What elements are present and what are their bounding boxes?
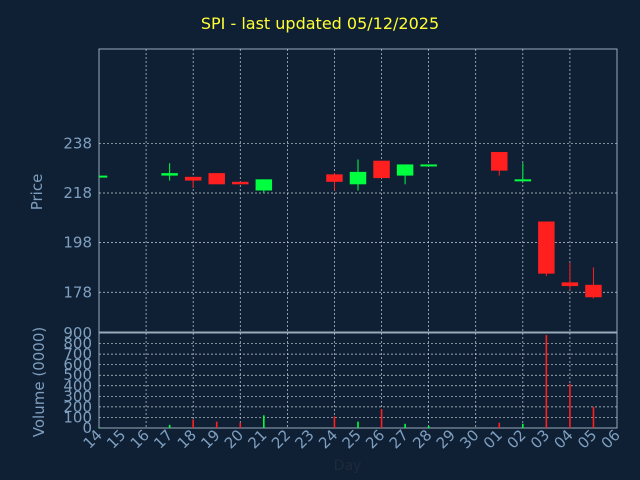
volume-bar: [357, 421, 359, 428]
candle-body: [184, 176, 202, 181]
candle-body: [232, 181, 249, 185]
volume-tick-label: 900: [63, 324, 92, 342]
volume-bar: [522, 423, 524, 428]
price-tick-label: 218: [63, 184, 92, 202]
candle-body: [538, 221, 555, 274]
candle-body: [420, 164, 437, 167]
volume-bar: [592, 406, 595, 428]
x-tick-label: 25: [339, 426, 365, 452]
x-tick-label: 30: [456, 426, 482, 452]
x-tick-label: 03: [527, 426, 553, 452]
x-tick-label: 01: [480, 426, 506, 452]
candle-body: [585, 284, 602, 298]
volume-bar: [380, 409, 383, 428]
volume-plot-area: [98, 332, 618, 429]
x-tick-label: 27: [386, 426, 412, 452]
volume-bar: [427, 425, 430, 428]
x-tick-label: 24: [315, 426, 341, 452]
x-tick-label: 21: [244, 426, 270, 452]
x-tick-label: 22: [268, 426, 294, 452]
volume-bar: [333, 416, 336, 428]
candle-body: [326, 174, 343, 182]
price-tick-label: 178: [63, 283, 92, 301]
x-tick-label: 16: [127, 426, 153, 452]
volume-bar: [263, 415, 265, 428]
candle-body: [99, 175, 108, 178]
candle-body: [396, 164, 414, 176]
volume-bar: [545, 335, 548, 428]
x-tick-label: 15: [103, 426, 129, 452]
x-tick-label: 19: [197, 426, 223, 452]
candle-body: [255, 179, 273, 191]
x-tick-label: 04: [551, 426, 577, 452]
x-tick-label: 28: [409, 426, 435, 452]
candle-body: [373, 160, 390, 179]
candle-body: [349, 171, 367, 185]
x-tick-label: 20: [221, 426, 247, 452]
x-tick-label: 05: [574, 426, 600, 452]
x-tick-label: 29: [433, 426, 459, 452]
x-tick-label: 26: [362, 426, 388, 452]
volume-bar: [404, 423, 406, 428]
volume-bar: [239, 422, 242, 428]
volume-bar: [98, 427, 100, 428]
price-tick-label: 198: [63, 234, 92, 252]
volume-bar: [168, 424, 171, 428]
x-tick-label: 23: [292, 426, 318, 452]
chart-canvas: 1781982182380100200300400500600700800900…: [63, 48, 624, 452]
candle-body: [514, 179, 532, 182]
x-tick-label: 02: [503, 426, 529, 452]
volume-bar: [215, 421, 218, 428]
x-tick-label: 06: [598, 426, 624, 452]
candle-body: [491, 152, 508, 171]
price-tick-label: 238: [63, 134, 92, 152]
x-tick-label: 17: [150, 426, 176, 452]
volume-bar: [569, 383, 571, 428]
candle-body: [561, 282, 579, 287]
volume-bar: [192, 419, 194, 428]
candle-body: [208, 173, 225, 185]
candle-body: [161, 173, 178, 176]
x-tick-label: 18: [174, 426, 200, 452]
volume-bar: [498, 422, 501, 428]
